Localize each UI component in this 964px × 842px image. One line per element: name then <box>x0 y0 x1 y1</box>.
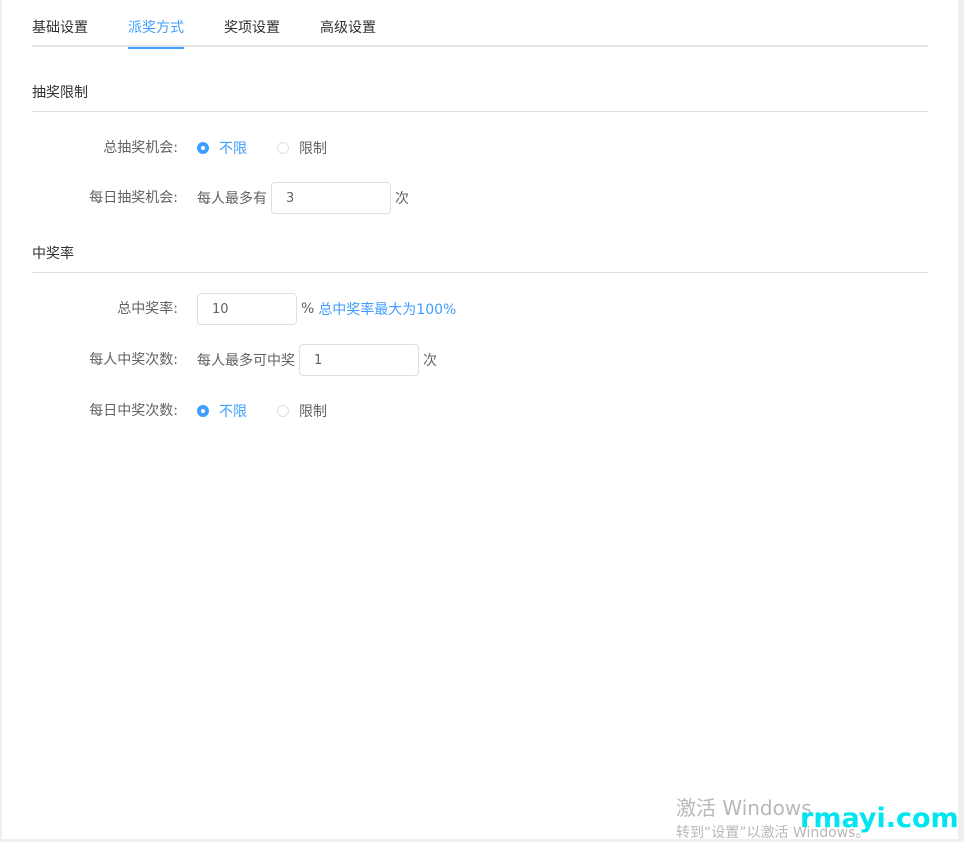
settings-panel: 基础设置 派奖方式 奖项设置 高级设置 抽奖限制 总抽奖机会: 不限 限制 每日… <box>2 0 958 839</box>
radio-label: 限制 <box>299 141 327 157</box>
per-person-wins-label: 每人中奖次数: <box>89 352 178 368</box>
daily-chances-content: 每人最多有 次 <box>197 181 409 215</box>
per-person-wins-prefix: 每人最多可中奖 <box>197 353 295 369</box>
total-chances-limited-radio[interactable]: 限制 <box>277 138 327 158</box>
radio-label: 不限 <box>219 404 247 420</box>
windows-activation-title: 激活 Windows <box>676 796 812 820</box>
radio-checked-icon <box>197 142 209 154</box>
daily-chances-prefix: 每人最多有 <box>197 191 267 207</box>
section-title-draw-limit: 抽奖限制 <box>32 83 928 112</box>
per-person-wins-input[interactable] <box>299 344 419 376</box>
daily-wins-label: 每日中奖次数: <box>89 403 178 419</box>
radio-label: 限制 <box>299 404 327 420</box>
row-total-rate: 总中奖率: % 总中奖率最大为100% <box>2 292 958 326</box>
daily-wins-radio-group: 不限 限制 <box>197 394 357 428</box>
total-rate-input[interactable] <box>197 293 297 325</box>
radio-unchecked-icon <box>277 405 289 417</box>
total-chances-radio-group: 不限 限制 <box>197 131 357 165</box>
per-person-wins-suffix: 次 <box>423 353 437 369</box>
daily-chances-label: 每日抽奖机会: <box>89 190 178 206</box>
daily-chances-input[interactable] <box>271 182 391 214</box>
row-daily-wins: 每日中奖次数: 不限 限制 <box>2 394 958 428</box>
total-rate-hint: 总中奖率最大为100% <box>318 302 457 318</box>
tab-advanced-settings[interactable]: 高级设置 <box>320 18 376 46</box>
daily-wins-unlimited-radio[interactable]: 不限 <box>197 401 247 421</box>
site-watermark: rmayi.com <box>800 803 959 834</box>
tab-prize-distribution[interactable]: 派奖方式 <box>128 18 184 49</box>
row-total-chances: 总抽奖机会: 不限 限制 <box>2 131 958 165</box>
tab-bar: 基础设置 派奖方式 奖项设置 高级设置 <box>32 0 928 49</box>
section-title-win-rate: 中奖率 <box>32 244 928 273</box>
radio-unchecked-icon <box>277 142 289 154</box>
row-daily-chances: 每日抽奖机会: 每人最多有 次 <box>2 181 958 215</box>
radio-label: 不限 <box>219 141 247 157</box>
daily-wins-limited-radio[interactable]: 限制 <box>277 401 327 421</box>
total-rate-percent: % <box>301 301 315 317</box>
total-chances-unlimited-radio[interactable]: 不限 <box>197 138 247 158</box>
radio-checked-icon <box>197 405 209 417</box>
tab-prize-settings[interactable]: 奖项设置 <box>224 18 280 46</box>
total-rate-content: % 总中奖率最大为100% <box>197 292 456 326</box>
daily-chances-suffix: 次 <box>395 191 409 207</box>
tab-basic-settings[interactable]: 基础设置 <box>32 18 88 46</box>
row-per-person-wins: 每人中奖次数: 每人最多可中奖 次 <box>2 343 958 377</box>
per-person-wins-content: 每人最多可中奖 次 <box>197 343 437 377</box>
total-chances-label: 总抽奖机会: <box>103 140 178 156</box>
total-rate-label: 总中奖率: <box>117 301 178 317</box>
